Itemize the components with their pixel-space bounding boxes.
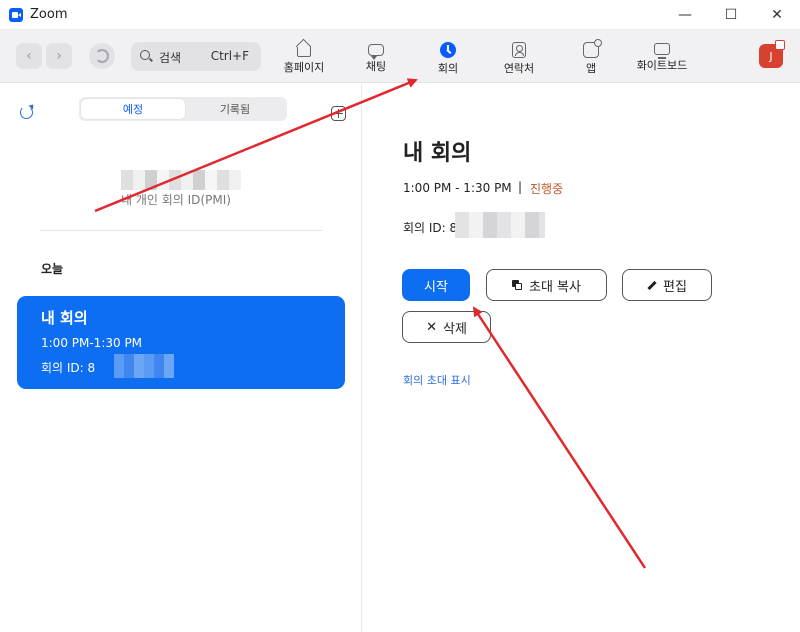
window-title: Zoom [30, 7, 68, 22]
close-icon: ✕ [426, 319, 437, 335]
chat-icon [368, 44, 384, 60]
meetings-sidebar: 예정 기록됨 내 개인 회의 ID(PMI) 오늘 내 회의 1:00 PM-1… [0, 84, 362, 632]
meeting-time: 1:00 PM - 1:30 PM [403, 181, 512, 195]
pmi-label[interactable]: 내 개인 회의 ID(PMI) [121, 191, 231, 208]
copy-invite-button[interactable]: 초대 복사 [486, 269, 607, 301]
time-separator: | [518, 180, 523, 194]
edit-button[interactable]: 편집 [622, 269, 712, 301]
tab-contacts[interactable]: 연락처 [501, 40, 537, 78]
home-icon [297, 47, 311, 57]
meeting-detail-panel: 내 회의 1:00 PM - 1:30 PM | 진행중 회의 ID: 8 시작… [363, 84, 800, 632]
tab-chat-label: 채팅 [365, 60, 387, 73]
forward-button[interactable]: › [46, 43, 72, 69]
delete-button[interactable]: ✕ 삭제 [402, 311, 491, 343]
history-icon [95, 49, 109, 63]
meeting-id-redacted [455, 212, 545, 238]
tab-contacts-label: 연락처 [503, 62, 535, 75]
meeting-list-item[interactable]: 내 회의 1:00 PM-1:30 PM 회의 ID: 8 [17, 296, 345, 389]
tab-apps-label: 앱 [585, 62, 597, 75]
calendar-badge-icon [775, 40, 785, 50]
close-button[interactable]: ✕ [754, 0, 800, 30]
title-bar: Zoom — ☐ ✕ [0, 0, 800, 30]
back-button[interactable]: ‹ [16, 43, 42, 69]
zoom-logo-icon [9, 8, 23, 22]
search-input[interactable]: 검색 Ctrl+F [131, 42, 261, 71]
pmi-redacted [121, 170, 241, 190]
section-today: 오늘 [41, 262, 64, 276]
apps-icon [583, 39, 602, 58]
tab-recorded[interactable]: 기록됨 [183, 99, 287, 119]
delete-label: 삭제 [442, 321, 467, 337]
history-button[interactable] [89, 43, 115, 69]
meeting-title: 내 회의 [403, 141, 472, 166]
meeting-id: 회의 ID: 8 [403, 221, 458, 235]
start-button[interactable]: 시작 [402, 269, 470, 301]
add-meeting-button[interactable] [331, 106, 346, 121]
main-toolbar: ‹ › 검색 Ctrl+F 홈페이지 채팅 회의 연락처 앱 화이트보드 J [0, 30, 800, 83]
whiteboard-icon [654, 43, 670, 59]
tab-chat[interactable]: 채팅 [362, 40, 390, 78]
tab-meetings[interactable]: 회의 [434, 40, 462, 78]
pencil-icon [647, 280, 657, 290]
refresh-icon[interactable] [20, 106, 33, 119]
tab-whiteboard-label: 화이트보드 [636, 59, 688, 72]
meeting-item-id: 회의 ID: 8 [41, 361, 96, 375]
maximize-button[interactable]: ☐ [708, 0, 754, 30]
search-icon [140, 50, 150, 60]
tab-meetings-label: 회의 [437, 62, 459, 75]
meeting-id-redacted [114, 354, 174, 378]
tab-home-label: 홈페이지 [283, 61, 325, 74]
contact-icon [512, 42, 526, 58]
tab-apps[interactable]: 앱 [580, 39, 602, 78]
status-badge: 진행중 [530, 182, 564, 196]
tab-upcoming[interactable]: 예정 [81, 99, 185, 119]
tab-home[interactable]: 홈페이지 [282, 40, 326, 78]
meeting-filter-segmented: 예정 기록됨 [79, 97, 287, 121]
minimize-button[interactable]: — [662, 0, 708, 30]
meeting-item-title: 내 회의 [41, 309, 88, 327]
clock-icon [440, 42, 456, 58]
copy-icon [512, 279, 523, 291]
edit-label: 편집 [663, 279, 687, 295]
show-invite-link[interactable]: 회의 초대 표시 [403, 372, 471, 388]
search-label: 검색 [159, 51, 182, 65]
copy-invite-label: 초대 복사 [529, 279, 581, 295]
divider [40, 230, 322, 231]
meeting-item-time: 1:00 PM-1:30 PM [41, 336, 143, 350]
tab-whiteboard[interactable]: 화이트보드 [633, 40, 691, 78]
search-shortcut: Ctrl+F [210, 49, 249, 63]
